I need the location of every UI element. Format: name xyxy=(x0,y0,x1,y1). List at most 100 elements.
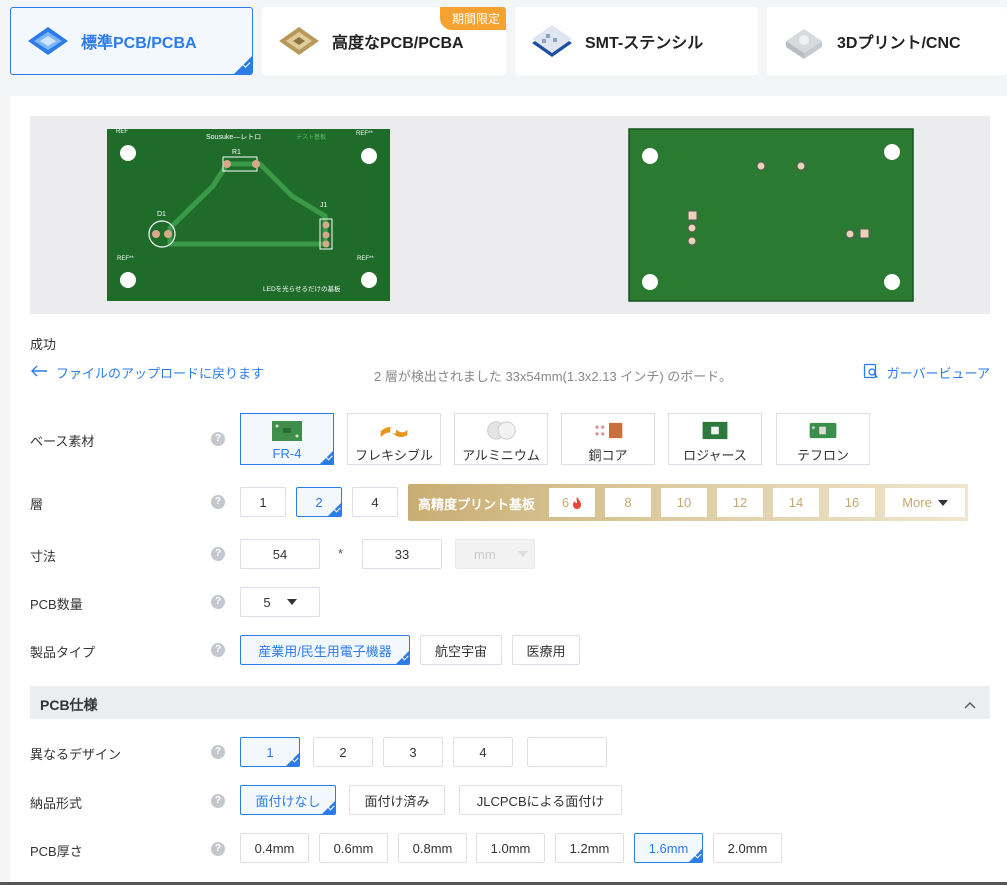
advanced-pcb-icon xyxy=(274,18,324,64)
tab-standard-pcb[interactable]: 標準PCB/PCBA xyxy=(10,7,253,75)
more-layers-dropdown[interactable]: More xyxy=(885,488,965,517)
delivery-option-single[interactable]: 面付けなし xyxy=(240,785,336,815)
quantity-label: PCB数量 xyxy=(30,597,83,612)
designs-option-3[interactable]: 3 xyxy=(383,737,443,767)
layer-option-14[interactable]: 14 xyxy=(773,488,819,517)
r1-label: R1 xyxy=(232,149,241,156)
delivery-option-panelized[interactable]: 面付け済み xyxy=(349,785,445,815)
caret-down-icon xyxy=(286,599,297,605)
delivery-format-label: 納品形式 xyxy=(30,796,83,811)
delivery-option-jlc-panel[interactable]: JLCPCBによる面付け xyxy=(459,785,622,815)
gerber-viewer-label: ガーバービューア xyxy=(886,366,990,381)
help-icon[interactable]: ? xyxy=(211,547,225,561)
material-option-fr4[interactable]: FR-4 xyxy=(240,413,334,465)
rogers-thumbnail xyxy=(702,421,728,440)
layer-option-2[interactable]: 2 xyxy=(296,487,342,517)
fire-icon xyxy=(573,496,582,509)
selected-check-icon xyxy=(689,849,702,862)
product-type-consumer[interactable]: 産業用/民生用電子機器 xyxy=(240,635,410,665)
thickness-option-1.0[interactable]: 1.0mm xyxy=(476,833,545,863)
width-input[interactable]: 54 xyxy=(240,539,320,569)
high-precision-label: 高精度プリント基板 xyxy=(418,497,536,512)
tab-label: SMT-ステンシル xyxy=(585,35,704,52)
thickness-option-2.0[interactable]: 2.0mm xyxy=(713,833,782,863)
help-icon[interactable]: ? xyxy=(211,745,225,759)
back-to-upload-link[interactable]: ファイルのアップロードに戻ります xyxy=(30,363,264,382)
ref-tl-label: REF xyxy=(116,129,128,135)
section-title: PCB仕様 xyxy=(40,697,98,713)
pcb-spec-section-header[interactable]: PCB仕様 xyxy=(30,686,990,719)
layer-option-10[interactable]: 10 xyxy=(661,488,707,517)
height-input[interactable]: 33 xyxy=(362,539,442,569)
material-option-teflon[interactable]: テフロン xyxy=(776,413,870,465)
thickness-option-0.6[interactable]: 0.6mm xyxy=(319,833,388,863)
thickness-option-0.8[interactable]: 0.8mm xyxy=(398,833,467,863)
teflon-thumbnail xyxy=(809,422,837,439)
gerber-viewer-icon xyxy=(863,363,879,382)
ref-bl-label: REF** xyxy=(117,256,134,262)
help-icon[interactable]: ? xyxy=(211,643,225,657)
material-option-aluminum[interactable]: アルミニウム xyxy=(454,413,548,465)
product-type-label: 製品タイプ xyxy=(30,645,96,660)
selected-check-icon xyxy=(320,451,333,464)
chevron-up-icon xyxy=(964,696,976,712)
base-material-label: ベース素材 xyxy=(30,434,95,449)
tab-3d-print-cnc[interactable]: 3Dプリント/CNC xyxy=(767,7,1007,75)
help-icon[interactable]: ? xyxy=(211,842,225,856)
selected-check-icon xyxy=(234,56,252,74)
designs-custom-input[interactable] xyxy=(527,737,607,767)
d1-label: D1 xyxy=(157,211,166,218)
designs-option-1[interactable]: 1 xyxy=(240,737,300,767)
help-icon[interactable]: ? xyxy=(211,495,225,509)
pcb-preview-image: Sousuke—レトロ テスト基板 R1 D1 J1 REF REF** REF… xyxy=(107,128,914,302)
layer-option-4[interactable]: 4 xyxy=(352,487,398,517)
flex-thumbnail xyxy=(380,427,408,438)
pcb-preview: Sousuke—レトロ テスト基板 R1 D1 J1 REF REF** REF… xyxy=(30,116,990,314)
unit-select[interactable]: mm xyxy=(455,539,535,569)
selected-check-icon xyxy=(322,801,335,814)
back-link-label: ファイルのアップロードに戻ります xyxy=(56,366,265,381)
pcb-title-text: Sousuke—レトロ xyxy=(206,134,261,141)
thickness-option-1.6[interactable]: 1.6mm xyxy=(634,833,703,863)
help-icon[interactable]: ? xyxy=(211,794,225,808)
copper-core-thumbnail xyxy=(595,422,623,439)
thickness-option-1.2[interactable]: 1.2mm xyxy=(555,833,624,863)
thickness-option-0.4[interactable]: 0.4mm xyxy=(240,833,309,863)
pcb-front-board xyxy=(107,129,390,301)
selected-check-icon xyxy=(286,753,299,766)
standard-pcb-icon xyxy=(23,18,73,64)
layer-option-12[interactable]: 12 xyxy=(717,488,763,517)
material-option-copper-core[interactable]: 銅コア xyxy=(561,413,655,465)
layer-option-6[interactable]: 6 xyxy=(549,488,595,517)
help-icon[interactable]: ? xyxy=(211,595,225,609)
gerber-viewer-link[interactable]: ガーバービューア xyxy=(863,363,990,382)
fr4-thumbnail xyxy=(272,421,302,441)
limited-time-badge: 期間限定 xyxy=(439,7,506,30)
ref-br-label: REF** xyxy=(357,256,374,262)
tab-label: 3Dプリント/CNC xyxy=(837,35,961,52)
layer-option-16[interactable]: 16 xyxy=(829,488,875,517)
selected-check-icon xyxy=(396,651,409,664)
pcb-back-board xyxy=(628,128,914,302)
layer-option-1[interactable]: 1 xyxy=(240,487,286,517)
material-option-rogers[interactable]: ロジャース xyxy=(668,413,762,465)
tab-smt-stencil[interactable]: SMT-ステンシル xyxy=(515,7,758,75)
caret-down-icon xyxy=(517,551,528,557)
selected-check-icon xyxy=(328,503,341,516)
material-option-flex[interactable]: フレキシブル xyxy=(347,413,441,465)
designs-label: 異なるデザイン xyxy=(30,747,122,762)
help-icon[interactable]: ? xyxy=(211,432,225,446)
3d-print-icon xyxy=(779,18,829,64)
pcb-tag-text: テスト基板 xyxy=(296,133,326,141)
tab-advanced-pcb[interactable]: 高度なPCB/PCBA 期間限定 xyxy=(262,7,506,75)
quantity-select[interactable]: 5 xyxy=(240,587,320,617)
ref-tr-label: REF** xyxy=(356,131,373,137)
product-type-medical[interactable]: 医療用 xyxy=(512,635,580,665)
designs-option-4[interactable]: 4 xyxy=(453,737,513,767)
dimension-separator: * xyxy=(338,546,344,561)
product-type-aerospace[interactable]: 航空宇宙 xyxy=(420,635,502,665)
layers-label: 層 xyxy=(30,497,44,512)
designs-option-2[interactable]: 2 xyxy=(313,737,373,767)
layer-option-8[interactable]: 8 xyxy=(605,488,651,517)
tab-label: 高度なPCB/PCBA xyxy=(332,35,464,52)
